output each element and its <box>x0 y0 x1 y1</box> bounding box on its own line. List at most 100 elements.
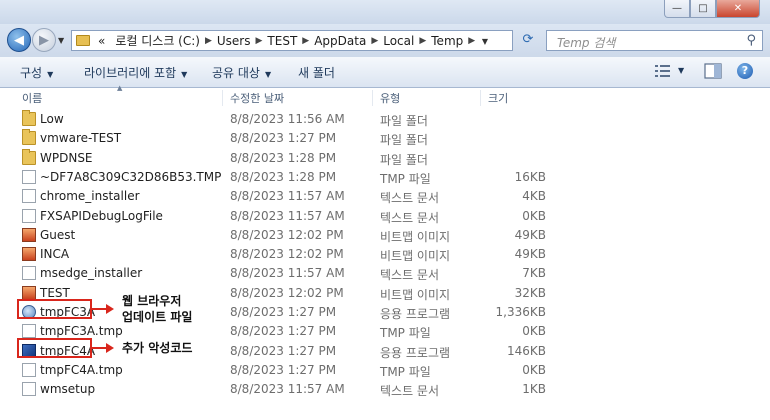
new-folder-button[interactable]: 새 폴더 <box>298 64 335 81</box>
address-dropdown-icon[interactable]: ▼ <box>482 37 488 46</box>
file-row[interactable]: WPDNSE 8/8/2023 1:28 PM 파일 폴더 <box>0 148 770 168</box>
breadcrumb-users[interactable]: Users <box>217 34 251 48</box>
file-row[interactable]: msedge_installer 8/8/2023 11:57 AM 텍스트 문서 7… <box>0 264 770 283</box>
column-header-size[interactable]: 크기 <box>488 90 508 106</box>
chevron-right-icon[interactable]: ▶ <box>256 36 263 46</box>
annotation-line: 웹 브라우저 <box>122 294 182 308</box>
close-button[interactable]: ✕ <box>716 0 760 18</box>
file-row[interactable]: vmware-TEST 8/8/2023 1:27 PM 파일 폴더 <box>0 129 770 148</box>
include-library-button[interactable]: 라이브러리에 포함 ▼ <box>84 64 187 81</box>
column-header-date[interactable]: 수정한 날짜 <box>230 90 284 106</box>
share-with-label: 공유 대상 <box>212 66 260 80</box>
chevron-right-icon[interactable]: ▶ <box>371 36 378 46</box>
folder-icon <box>76 35 90 46</box>
file-icon <box>22 189 36 204</box>
file-date: 8/8/2023 11:56 AM <box>230 112 345 126</box>
file-name: WPDNSE <box>40 150 93 165</box>
file-row[interactable]: INCA 8/8/2023 12:02 PM 비트맵 이미지 49KB <box>0 245 770 264</box>
file-date: 8/8/2023 12:02 PM <box>230 247 344 262</box>
preview-pane-icon[interactable] <box>704 63 722 79</box>
back-button[interactable]: ◀ <box>7 28 31 52</box>
annotation-line: 업데이트 파일 <box>122 310 193 324</box>
file-type: 텍스트 문서 <box>380 191 440 206</box>
column-divider[interactable] <box>480 90 481 106</box>
file-row[interactable]: Guest 8/8/2023 12:02 PM 비트맵 이미지 49KB <box>0 226 770 245</box>
file-row[interactable]: tmpFC3A 8/8/2023 1:27 PM 응용 프로그램 1,336KB <box>0 303 770 322</box>
file-date: 8/8/2023 1:27 PM <box>230 305 337 319</box>
search-placeholder: Temp 검색 <box>557 36 616 50</box>
file-list: 이름 ▲ 수정한 날짜 유형 크기 Low 8/8/2023 11:56 AM 파일… <box>0 84 770 420</box>
file-name: tmpFC3A.tmp <box>40 324 123 339</box>
maximize-button[interactable]: □ <box>690 0 716 18</box>
file-type: 파일 폴더 <box>380 133 428 148</box>
organize-button[interactable]: 구성 ▼ <box>20 64 53 81</box>
arrow-head-icon <box>106 304 114 314</box>
chevron-right-icon[interactable]: ▶ <box>468 36 475 46</box>
file-date: 8/8/2023 12:02 PM <box>230 285 344 300</box>
file-name: Low <box>40 112 64 126</box>
view-options-icon[interactable] <box>654 63 672 79</box>
file-date: 8/8/2023 1:28 PM <box>230 150 337 165</box>
file-type: 파일 폴더 <box>380 152 428 167</box>
file-date: 8/8/2023 11:57 AM <box>230 382 345 397</box>
file-size: 0KB <box>522 324 546 339</box>
file-row[interactable]: TEST 8/8/2023 12:02 PM 비트맵 이미지 32KB <box>0 284 770 303</box>
breadcrumb-overflow[interactable]: « <box>98 34 105 48</box>
breadcrumb-test[interactable]: TEST <box>267 34 297 48</box>
chevron-right-icon[interactable]: ▶ <box>205 36 212 46</box>
explorer-window: INCA i.n.c.a.i.n.t.e.r.n.e.t — □ ✕ ◀ ▶ ▼… <box>0 0 770 420</box>
annotation-text: 추가 악성코드 <box>122 341 193 355</box>
search-input[interactable]: Temp 검색 ⚲ <box>546 30 763 51</box>
file-date: 8/8/2023 1:27 PM <box>230 362 337 377</box>
file-row[interactable]: wmsetup 8/8/2023 11:57 AM 텍스트 문서 1KB <box>0 380 770 399</box>
file-name: TEST <box>40 285 70 300</box>
file-row[interactable]: Low 8/8/2023 11:56 AM 파일 폴더 <box>0 110 770 129</box>
file-row[interactable]: tmpFC4A.tmp 8/8/2023 1:27 PM TMP 파일 0KB <box>0 361 770 380</box>
file-type: 응용 프로그램 <box>380 307 451 321</box>
file-type: 비트맵 이미지 <box>380 249 451 264</box>
folder-icon <box>22 148 36 165</box>
image-icon <box>22 247 36 262</box>
help-icon[interactable]: ? <box>737 63 753 79</box>
file-size: 4KB <box>522 189 546 204</box>
file-row[interactable]: tmpFC4A 8/8/2023 1:27 PM 응용 프로그램 146KB <box>0 342 770 361</box>
highlight-box-tmpfc3a <box>17 299 92 319</box>
chevron-right-icon[interactable]: ▶ <box>302 36 309 46</box>
recent-pages-dropdown-icon[interactable]: ▼ <box>58 36 64 45</box>
address-bar[interactable]: « 로컬 디스크 (C:) ▶ Users ▶ TEST ▶ AppData ▶… <box>71 30 513 51</box>
navigation-bar: ◀ ▶ ▼ « 로컬 디스크 (C:) ▶ Users ▶ TEST ▶ App… <box>0 24 770 57</box>
file-size: 16KB <box>514 169 546 184</box>
breadcrumb-appdata[interactable]: AppData <box>314 34 366 48</box>
file-row[interactable]: tmpFC3A.tmp 8/8/2023 1:27 PM TMP 파일 0KB <box>0 322 770 341</box>
forward-button[interactable]: ▶ <box>32 28 56 52</box>
column-header-name[interactable]: 이름 <box>22 90 42 106</box>
file-type: TMP 파일 <box>380 171 431 186</box>
file-row[interactable]: FXSAPIDebugLogFile 8/8/2023 11:57 AM 텍스트 문… <box>0 207 770 226</box>
column-divider[interactable] <box>372 90 373 106</box>
file-name: msedge_installer <box>40 266 143 281</box>
column-divider[interactable] <box>222 90 223 106</box>
file-type: 텍스트 문서 <box>380 268 440 283</box>
share-with-button[interactable]: 공유 대상 ▼ <box>212 64 271 81</box>
file-date: 8/8/2023 11:57 AM <box>230 208 345 223</box>
dropdown-arrow-icon: ▼ <box>47 70 54 79</box>
minimize-button[interactable]: — <box>664 0 690 18</box>
refresh-icon[interactable]: ⟳ <box>518 32 538 50</box>
chevron-right-icon[interactable]: ▶ <box>419 36 426 46</box>
file-size: 0KB <box>522 362 546 377</box>
file-size: 32KB <box>514 285 546 300</box>
file-row[interactable]: ~DF7A8C309C32D86B53.TMP 8/8/2023 1:28 PM T… <box>0 168 770 187</box>
breadcrumb-local[interactable]: Local <box>383 34 414 48</box>
breadcrumb-drive[interactable]: 로컬 디스크 (C:) <box>115 32 200 49</box>
title-bar: — □ ✕ <box>0 0 770 24</box>
file-row[interactable]: chrome_installer 8/8/2023 11:57 AM 텍스트 문서 4… <box>0 187 770 206</box>
file-type: 텍스트 문서 <box>380 210 440 225</box>
breadcrumb-temp[interactable]: Temp <box>431 34 463 48</box>
file-date: 8/8/2023 1:28 PM <box>230 169 337 184</box>
view-dropdown-icon[interactable]: ▼ <box>678 66 684 75</box>
search-icon[interactable]: ⚲ <box>746 33 756 48</box>
sort-ascending-icon: ▲ <box>117 84 123 92</box>
column-header-type[interactable]: 유형 <box>380 90 400 106</box>
file-size: 49KB <box>514 247 546 262</box>
file-size: 49KB <box>514 227 546 242</box>
